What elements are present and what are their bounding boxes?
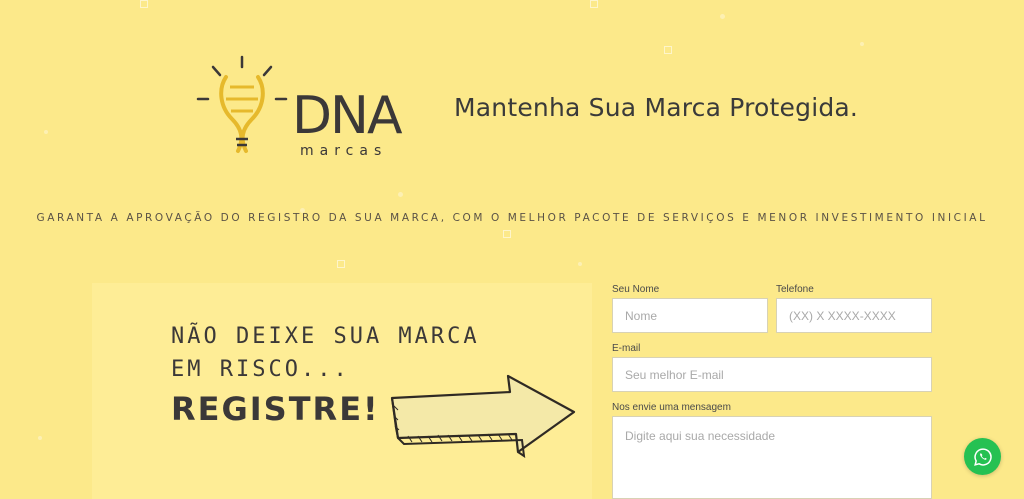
email-label: E-mail xyxy=(612,343,641,354)
bg-square xyxy=(664,46,672,54)
whatsapp-button[interactable] xyxy=(964,438,1001,475)
subheading: GARANTA A APROVAÇÃO DO REGISTRO DA SUA M… xyxy=(36,212,988,224)
bg-square xyxy=(337,260,345,268)
bg-square xyxy=(590,0,598,8)
bg-dot xyxy=(398,192,403,197)
brand-sub: marcas xyxy=(300,143,387,159)
bg-dot xyxy=(578,262,582,266)
arrow-right-icon xyxy=(390,374,576,458)
hero-cta-text: REGISTRE! xyxy=(171,390,380,428)
bg-dot xyxy=(44,130,48,134)
name-input[interactable]: Nome xyxy=(612,298,768,333)
message-placeholder: Digite aqui sua necessidade xyxy=(625,429,776,443)
whatsapp-icon xyxy=(973,447,992,466)
name-label: Seu Nome xyxy=(612,284,660,295)
message-label: Nos envie uma mensagem xyxy=(612,402,731,413)
phone-label: Telefone xyxy=(776,284,814,295)
hero-line-1: NÃO DEIXE SUA MARCA xyxy=(171,324,480,349)
lightbulb-dna-icon: DNA marcas xyxy=(196,55,405,159)
name-placeholder: Nome xyxy=(625,308,658,323)
bg-square xyxy=(140,0,148,8)
bg-dot xyxy=(860,42,864,46)
brand-name: DNA xyxy=(292,86,403,146)
message-textarea[interactable]: Digite aqui sua necessidade xyxy=(612,416,932,499)
bg-square xyxy=(503,230,511,238)
bg-dot xyxy=(720,14,725,19)
email-placeholder: Seu melhor E-mail xyxy=(625,367,724,382)
email-input[interactable]: Seu melhor E-mail xyxy=(612,357,932,392)
phone-input[interactable]: (XX) X XXXX-XXXX xyxy=(776,298,932,333)
bg-dot xyxy=(38,436,42,440)
brand-tagline: Mantenha Sua Marca Protegida. xyxy=(454,93,859,122)
brand-logo[interactable]: DNA marcas xyxy=(196,55,428,160)
phone-placeholder: (XX) X XXXX-XXXX xyxy=(789,308,896,323)
